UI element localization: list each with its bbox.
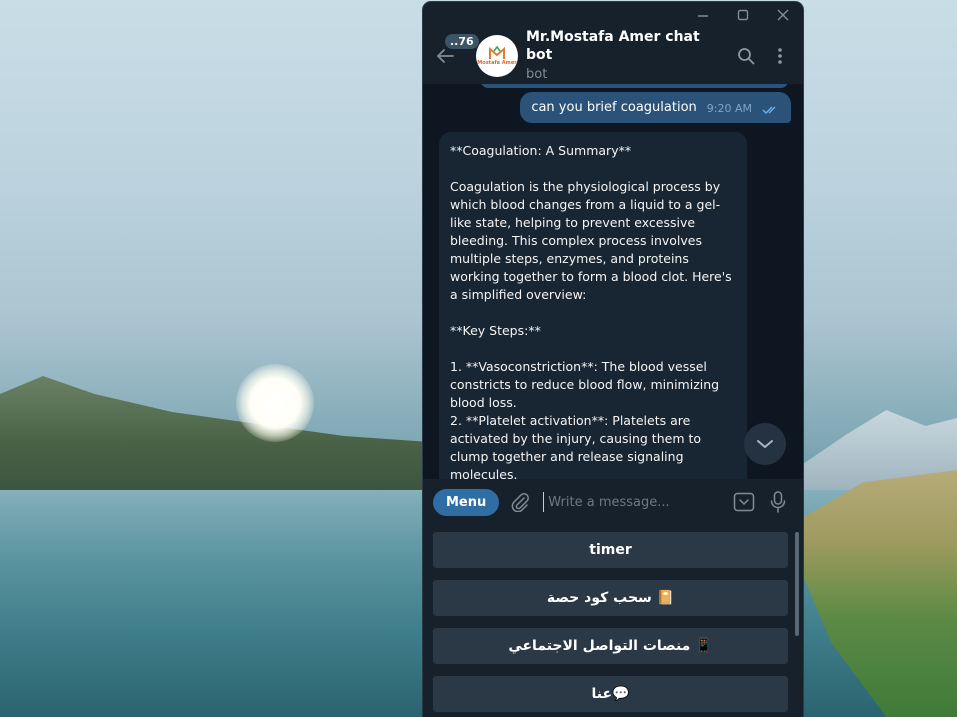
keyboard-toggle-button[interactable] bbox=[727, 485, 761, 519]
outgoing-message-text: can you brief coagulation bbox=[531, 100, 697, 115]
minimize-icon bbox=[698, 15, 708, 17]
bot-keyboard-icon bbox=[733, 492, 755, 512]
message-input[interactable] bbox=[543, 492, 727, 512]
keyboard-button-lesson-code[interactable]: سحب كود حصة 📔 bbox=[433, 580, 788, 616]
previous-message-bubble bbox=[481, 84, 788, 88]
outgoing-message[interactable]: can you brief coagulation 9:20 AM bbox=[520, 92, 791, 123]
minimize-button[interactable] bbox=[683, 2, 723, 28]
chat-header: ..76 Mostafa Amer Mr.Mostafa Amer chat b… bbox=[423, 28, 803, 84]
logo-mark-icon bbox=[489, 46, 505, 59]
bot-reply-keyboard: timer سحب كود حصة 📔 منصات التواصل الاجتم… bbox=[423, 525, 803, 717]
wallpaper-hills bbox=[0, 376, 430, 490]
message-time: 9:20 AM bbox=[706, 102, 752, 115]
chevron-down-icon bbox=[757, 440, 773, 448]
back-button[interactable]: ..76 bbox=[423, 28, 479, 84]
more-vertical-icon bbox=[778, 48, 782, 64]
search-icon bbox=[738, 48, 755, 65]
keyboard-button-timer[interactable]: timer bbox=[433, 532, 788, 568]
search-button[interactable] bbox=[729, 36, 763, 76]
maximize-icon bbox=[737, 9, 749, 21]
close-button[interactable] bbox=[763, 2, 803, 28]
avatar[interactable]: Mostafa Amer bbox=[476, 35, 518, 77]
arrow-left-icon bbox=[437, 49, 454, 63]
microphone-icon bbox=[770, 491, 786, 513]
message-list[interactable]: can you brief coagulation 9:20 AM **Coag… bbox=[423, 84, 803, 479]
keyboard-button-about[interactable]: عنا💬 bbox=[433, 676, 788, 712]
telegram-window: ..76 Mostafa Amer Mr.Mostafa Amer chat b… bbox=[423, 2, 803, 717]
window-titlebar bbox=[423, 2, 803, 28]
unread-badge: ..76 bbox=[445, 34, 479, 49]
attach-button[interactable] bbox=[503, 485, 537, 519]
maximize-button[interactable] bbox=[723, 2, 763, 28]
more-options-button[interactable] bbox=[763, 36, 797, 76]
close-icon bbox=[777, 9, 789, 21]
keyboard-scrollbar[interactable] bbox=[795, 532, 799, 636]
unread-count: 76 bbox=[458, 35, 474, 48]
avatar-logo-text: Mostafa Amer bbox=[477, 60, 517, 66]
voice-button[interactable] bbox=[761, 485, 795, 519]
incoming-message[interactable]: **Coagulation: A Summary** Coagulation i… bbox=[439, 132, 747, 479]
chat-title-block[interactable]: Mr.Mostafa Amer chat bot bot bbox=[526, 28, 729, 84]
wallpaper-sun bbox=[236, 364, 314, 442]
keyboard-button-social-media[interactable]: منصات التواصل الاجتماعي 📱 bbox=[433, 628, 788, 664]
bot-menu-button[interactable]: Menu bbox=[433, 488, 500, 516]
double-check-icon bbox=[762, 106, 776, 114]
paperclip-icon bbox=[511, 493, 530, 512]
chat-title: Mr.Mostafa Amer chat bot bbox=[526, 29, 700, 63]
chat-subtitle: bot bbox=[526, 67, 548, 82]
message-composer: Menu bbox=[423, 479, 803, 525]
scroll-down-button[interactable] bbox=[744, 423, 786, 465]
